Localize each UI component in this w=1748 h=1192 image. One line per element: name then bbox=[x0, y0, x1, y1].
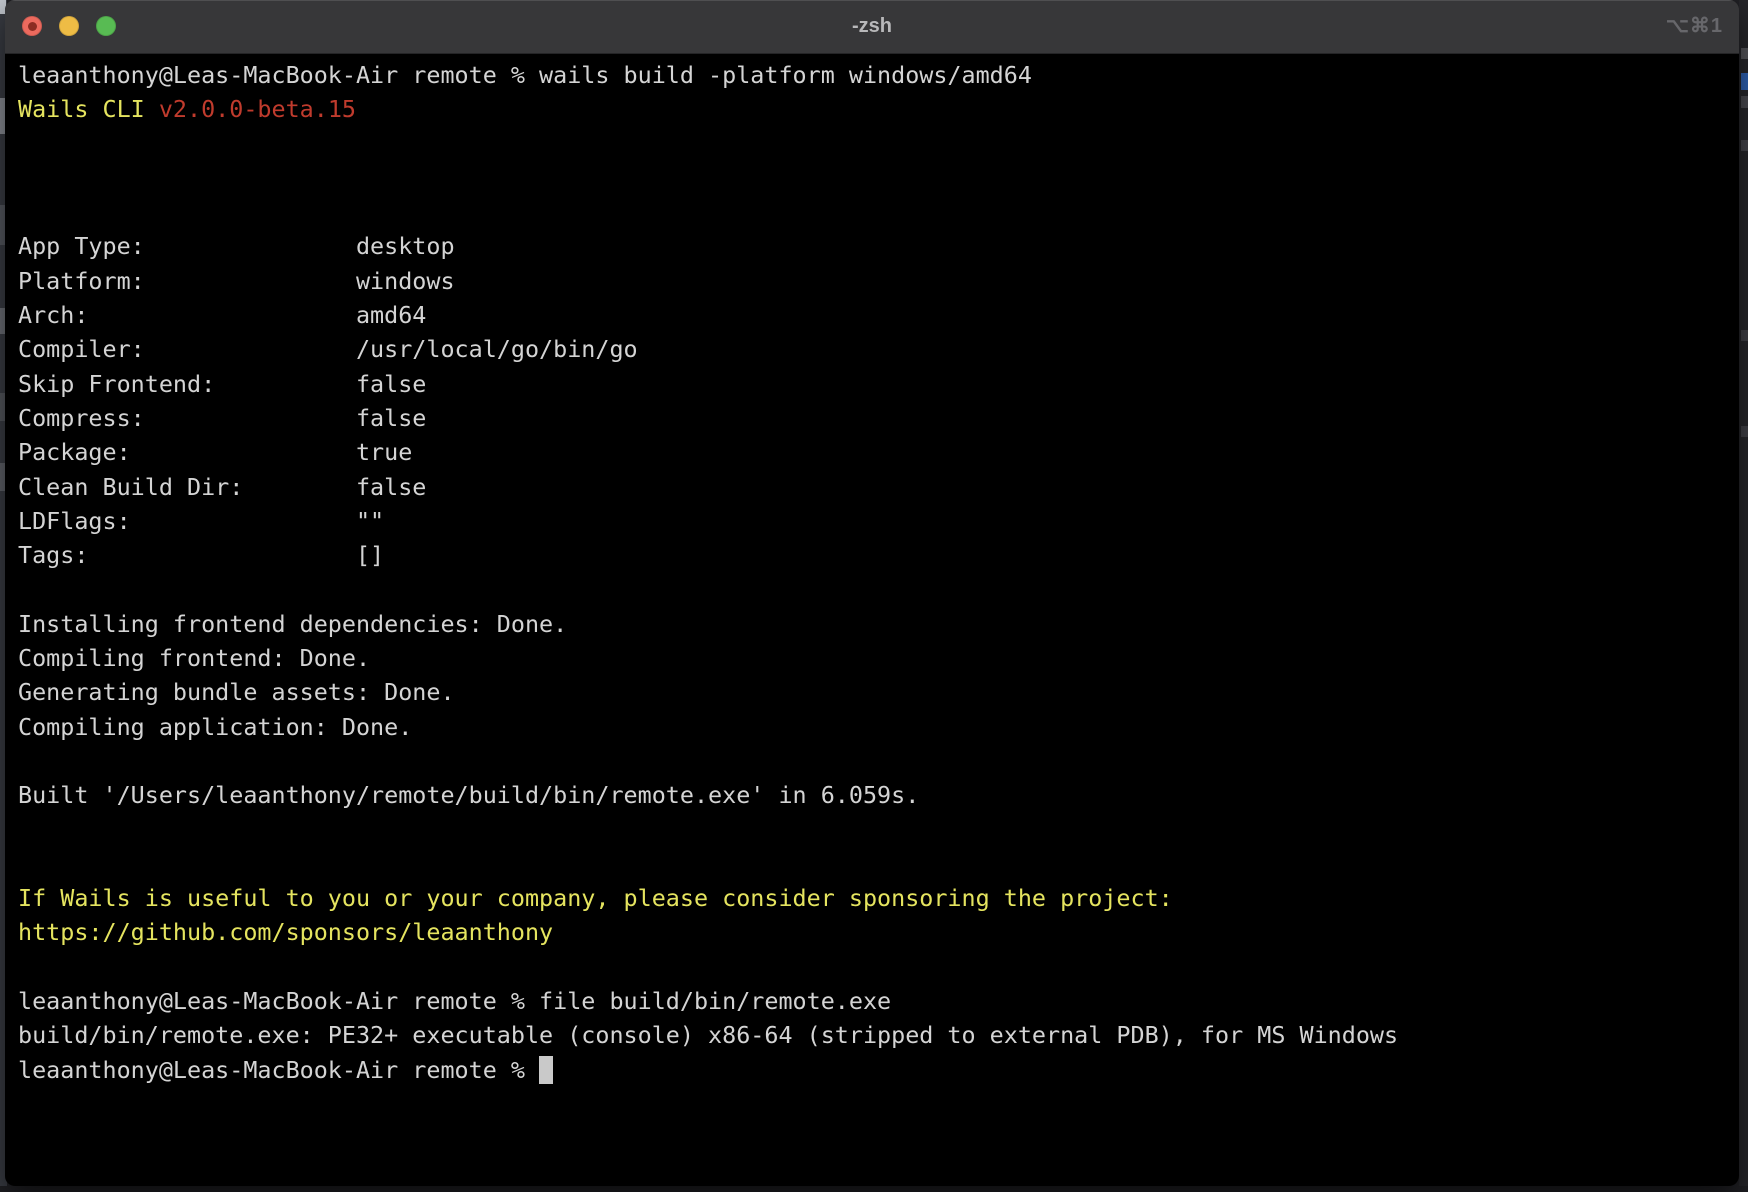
terminal-line: Built '/Users/leaanthony/remote/build/bi… bbox=[18, 778, 1739, 812]
background-fragment bbox=[1741, 426, 1748, 437]
terminal-line: leaanthony@Leas-MacBook-Air remote % wai… bbox=[18, 58, 1739, 92]
terminal-line: Compiling frontend: Done. bbox=[18, 641, 1739, 675]
background-fragment bbox=[1741, 96, 1748, 108]
terminal-line: https://github.com/sponsors/leaanthony bbox=[18, 915, 1739, 949]
terminal-line: leaanthony@Leas-MacBook-Air remote % bbox=[18, 1053, 1739, 1087]
terminal-line: leaanthony@Leas-MacBook-Air remote % fil… bbox=[18, 984, 1739, 1018]
terminal-line: Arch: amd64 bbox=[18, 298, 1739, 332]
terminal-line: Tags: [] bbox=[18, 538, 1739, 572]
terminal-line bbox=[18, 572, 1739, 606]
terminal-line: build/bin/remote.exe: PE32+ executable (… bbox=[18, 1018, 1739, 1052]
terminal-line bbox=[18, 161, 1739, 195]
terminal-window: -zsh ⌥⌘1 leaanthony@Leas-MacBook-Air rem… bbox=[5, 0, 1739, 1186]
terminal-line: Compiler: /usr/local/go/bin/go bbox=[18, 332, 1739, 366]
background-window-sliver-right bbox=[1739, 0, 1748, 1186]
terminal-line: If Wails is useful to you or your compan… bbox=[18, 881, 1739, 915]
background-fragment bbox=[1741, 73, 1748, 90]
tab-keyboard-shortcut: ⌥⌘1 bbox=[1666, 0, 1723, 53]
background-fragment bbox=[1741, 48, 1748, 59]
background-fragment bbox=[1741, 140, 1748, 151]
terminal-line: Skip Frontend: false bbox=[18, 367, 1739, 401]
terminal-line: Compiling application: Done. bbox=[18, 710, 1739, 744]
terminal-line bbox=[18, 950, 1739, 984]
terminal-line: LDFlags: "" bbox=[18, 504, 1739, 538]
terminal-line: App Type: desktop bbox=[18, 229, 1739, 263]
terminal-cursor bbox=[539, 1056, 553, 1084]
terminal-line: Generating bundle assets: Done. bbox=[18, 675, 1739, 709]
terminal-line: Installing frontend dependencies: Done. bbox=[18, 607, 1739, 641]
terminal-line: Package: true bbox=[18, 435, 1739, 469]
background-fragment bbox=[1741, 330, 1748, 341]
window-title: -zsh bbox=[5, 0, 1739, 53]
titlebar[interactable]: -zsh ⌥⌘1 bbox=[5, 0, 1739, 54]
terminal-output: leaanthony@Leas-MacBook-Air remote % wai… bbox=[5, 54, 1739, 1087]
terminal-line: Clean Build Dir: false bbox=[18, 470, 1739, 504]
terminal-line bbox=[18, 744, 1739, 778]
terminal-line: Platform: windows bbox=[18, 264, 1739, 298]
terminal-line bbox=[18, 813, 1739, 847]
terminal-line: Compress: false bbox=[18, 401, 1739, 435]
terminal-screen[interactable]: leaanthony@Leas-MacBook-Air remote % wai… bbox=[5, 54, 1739, 1186]
terminal-line bbox=[18, 195, 1739, 229]
terminal-line bbox=[18, 847, 1739, 881]
terminal-line: Wails CLI v2.0.0-beta.15 bbox=[18, 92, 1739, 126]
terminal-line bbox=[18, 127, 1739, 161]
